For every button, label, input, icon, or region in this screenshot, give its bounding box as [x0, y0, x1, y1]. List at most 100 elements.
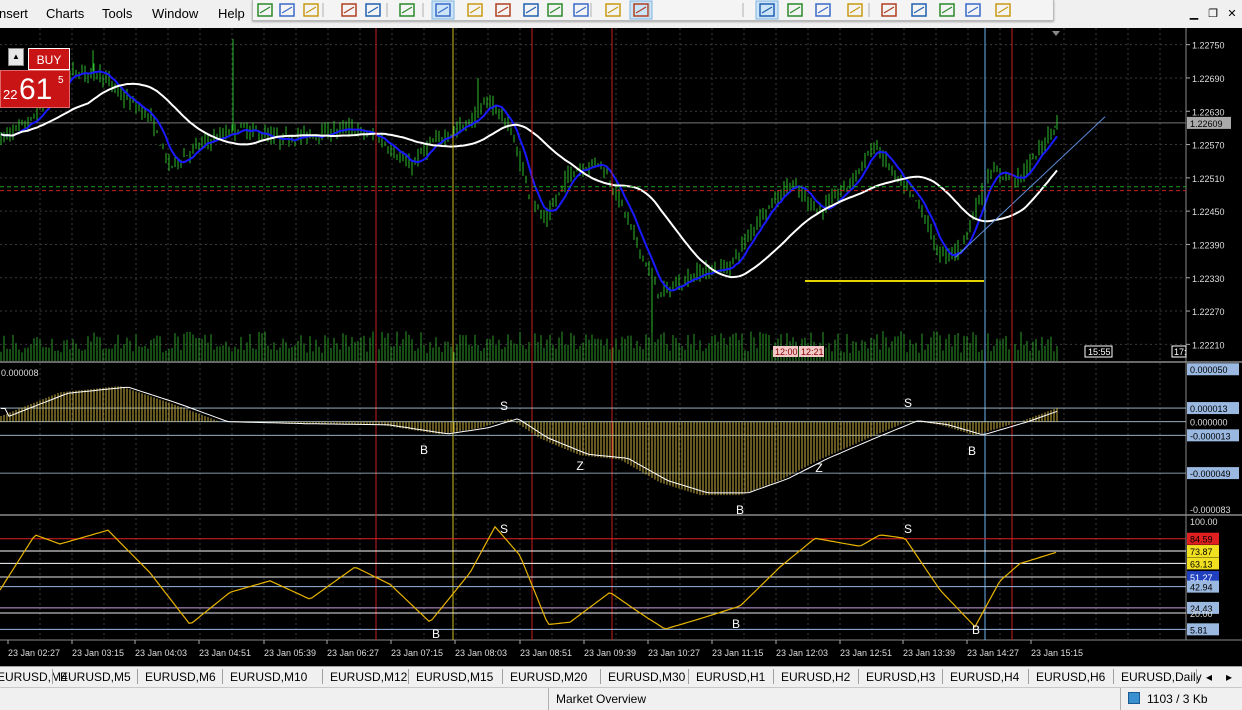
stoch-signal-b: B	[432, 627, 440, 641]
tab-separator	[1028, 669, 1029, 684]
macd-signal-s: S	[904, 396, 912, 410]
buy-price-prefix: 22	[3, 87, 18, 102]
tab-eurusd-m6[interactable]: EURUSD,M6	[145, 670, 216, 684]
traffic-status: 1103 / 3 Kb	[1147, 692, 1208, 706]
tab-eurusd-m10[interactable]: EURUSD,M10	[230, 670, 307, 684]
price-label: 1.22570	[1192, 141, 1225, 151]
tab-separator	[1196, 669, 1197, 684]
text-icon	[939, 3, 955, 17]
macd-axis-label: -0.000049	[1190, 469, 1231, 479]
market-watch-icon	[341, 3, 357, 17]
zoom-in-icon	[523, 3, 539, 17]
tab-separator	[942, 669, 943, 684]
menu-window[interactable]: Window	[152, 6, 198, 21]
stoch-signal-b: B	[732, 617, 740, 631]
tab-eurusd-m5[interactable]: EURUSD,M5	[60, 670, 131, 684]
tab-eurusd-m12[interactable]: EURUSD,M12	[330, 670, 407, 684]
arrows-icon	[995, 3, 1011, 17]
stoch-signal-s: S	[904, 522, 912, 536]
fibonacci-icon	[911, 3, 927, 17]
time-axis-label: 23 Jan 08:03	[455, 648, 507, 658]
toolbar-icons	[257, 0, 1011, 20]
tab-eurusd-h4[interactable]: EURUSD,H4	[950, 670, 1019, 684]
trade-panel-toggle-icon[interactable]: ▲	[8, 48, 24, 66]
stoch-axis-label: 5.81	[1190, 625, 1208, 635]
macd-axis-label: 0.000000	[1190, 418, 1228, 428]
menu-insert[interactable]: nsert	[0, 6, 28, 21]
stoch-axis-label: 20.00	[1190, 609, 1213, 619]
macd-signal-b: B	[968, 444, 976, 458]
time-axis-label: 23 Jan 02:27	[8, 648, 60, 658]
minimize-icon[interactable]: ▁	[1186, 7, 1202, 21]
tab-eurusd-daily[interactable]: EURUSD,Daily	[1121, 670, 1202, 684]
menu-charts[interactable]: Charts	[46, 6, 84, 21]
tab-separator	[858, 669, 859, 684]
time-axis-label: 23 Jan 09:39	[584, 648, 636, 658]
time-axis-label: 23 Jan 14:27	[967, 648, 1019, 658]
tile-windows-icon	[573, 3, 589, 17]
price-label: 1.22690	[1192, 74, 1225, 84]
candlestick-icon	[467, 3, 483, 17]
status-bar: Market Overview 1103 / 3 Kb	[0, 687, 1242, 710]
price-label: 1.22210	[1192, 340, 1225, 350]
navigator-icon	[365, 3, 381, 17]
price-label: 1.22270	[1192, 307, 1225, 317]
time-axis-label: 23 Jan 06:27	[327, 648, 379, 658]
profiles-icon	[279, 3, 295, 17]
chart-background	[0, 28, 1242, 666]
tabs-scroll-right-icon[interactable]: ▸	[1226, 670, 1232, 684]
macd-axis-label: -0.000083	[1190, 505, 1231, 515]
stoch-axis-label: 100.00	[1190, 517, 1218, 527]
tab-eurusd-m4[interactable]: EURUSD,M4	[0, 670, 68, 684]
text-label-icon	[965, 3, 981, 17]
stoch-axis-label: 73.87	[1190, 547, 1213, 557]
buy-button[interactable]: BUY	[28, 48, 70, 70]
time-axis-label: 23 Jan 13:39	[903, 648, 955, 658]
zoom-out-icon	[547, 3, 563, 17]
connection-icon	[1128, 692, 1140, 704]
tab-eurusd-h1[interactable]: EURUSD,H1	[696, 670, 765, 684]
tab-eurusd-h2[interactable]: EURUSD,H2	[781, 670, 850, 684]
tab-eurusd-m30[interactable]: EURUSD,M30	[608, 670, 685, 684]
horizontal-line-icon	[847, 3, 863, 17]
tab-separator	[600, 669, 601, 684]
chart-canvas[interactable]: 1.22750 1.22690 1.22630 1.22570 1.22510 1.224…	[0, 28, 1242, 666]
menu-tools[interactable]: Tools	[102, 6, 132, 21]
tab-eurusd-m15[interactable]: EURUSD,M15	[416, 670, 493, 684]
time-axis-label: 23 Jan 03:15	[72, 648, 124, 658]
macd-value-label: 0.000008	[1, 368, 39, 378]
macd-axis-label: 0.000050	[1190, 365, 1228, 375]
menu-help[interactable]: Help	[218, 6, 245, 21]
tabs-scroll-left-icon[interactable]: ◂	[1206, 670, 1212, 684]
restore-icon[interactable]: ❐	[1205, 7, 1221, 21]
line-chart-icon	[495, 3, 511, 17]
tab-eurusd-h3[interactable]: EURUSD,H3	[866, 670, 935, 684]
macd-axis-label: -0.000013	[1190, 431, 1231, 441]
templates-icon	[303, 3, 319, 17]
crosshair-icon	[787, 3, 803, 17]
chart-tabs: EURUSD,M4 EURUSD,M5 EURUSD,M6 EURUSD,M10 EUR…	[0, 666, 1242, 687]
buy-price-main: 61	[19, 73, 53, 106]
macd-signal-b: B	[420, 443, 428, 457]
tab-eurusd-m20[interactable]: EURUSD,M20	[510, 670, 587, 684]
time-axis-label: 23 Jan 05:39	[264, 648, 316, 658]
stoch-axis-label: 42.94	[1190, 583, 1213, 593]
stoch-axis-label: 63.13	[1190, 559, 1213, 569]
tab-separator	[502, 669, 503, 684]
stoch-axis-label: 84.59	[1190, 535, 1213, 545]
tab-separator	[322, 669, 323, 684]
price-label: 1.22510	[1192, 174, 1225, 184]
tab-separator	[408, 669, 409, 684]
time-axis-label: 23 Jan 12:03	[776, 648, 828, 658]
buy-price-display[interactable]: 22 61 5	[0, 70, 70, 108]
tab-separator	[773, 669, 774, 684]
price-label: 1.22630	[1192, 107, 1225, 117]
time-axis-label: 23 Jan 11:15	[712, 648, 763, 658]
price-label: 1.22450	[1192, 207, 1225, 217]
tab-separator	[137, 669, 138, 684]
close-icon[interactable]: ✕	[1224, 7, 1240, 21]
time-axis-label: 23 Jan 04:03	[135, 648, 187, 658]
price-label: 1.22750	[1192, 41, 1225, 51]
tab-eurusd-h6[interactable]: EURUSD,H6	[1036, 670, 1105, 684]
new-chart-icon	[257, 3, 273, 17]
